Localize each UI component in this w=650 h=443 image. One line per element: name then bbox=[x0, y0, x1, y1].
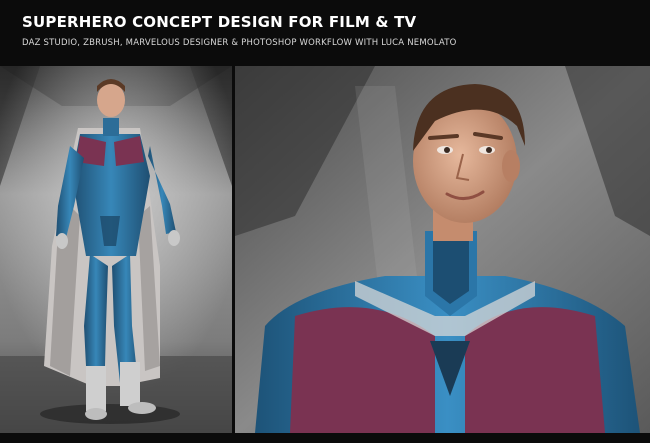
full-body-illustration bbox=[0, 66, 232, 433]
header-bar: SUPERHERO CONCEPT DESIGN FOR FILM & TV D… bbox=[0, 0, 650, 60]
full-body-image bbox=[0, 66, 232, 433]
page-title: SUPERHERO CONCEPT DESIGN FOR FILM & TV bbox=[22, 13, 417, 31]
portrait-illustration bbox=[235, 66, 650, 433]
portrait-image bbox=[235, 66, 650, 433]
page-subtitle: DAZ STUDIO, ZBRUSH, MARVELOUS DESIGNER &… bbox=[22, 38, 457, 48]
